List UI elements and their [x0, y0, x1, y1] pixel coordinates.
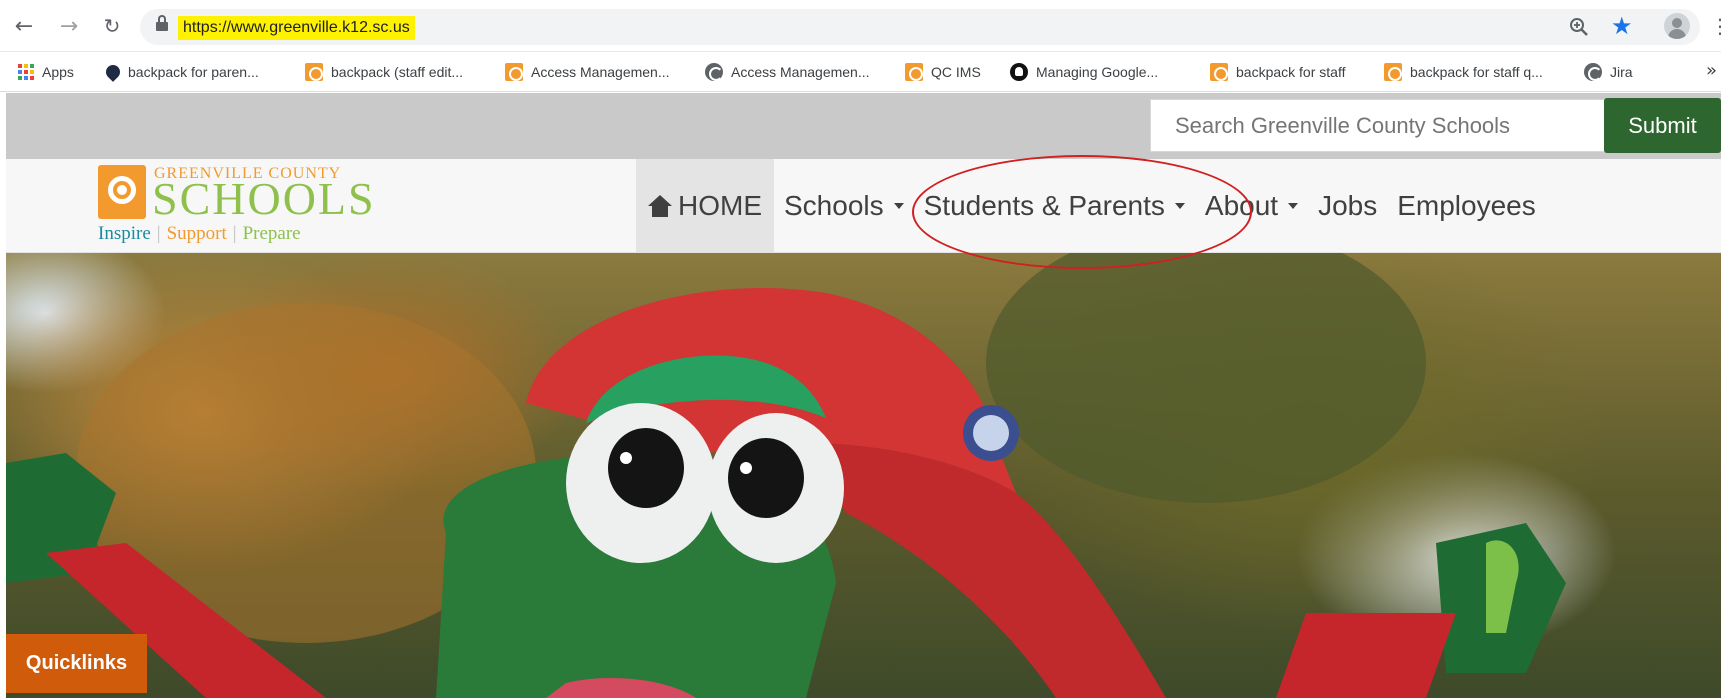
tagline-support: Support [166, 223, 227, 244]
bookmark-backpack-staff-edit[interactable]: backpack (staff edit... [305, 62, 463, 82]
drop-icon [103, 62, 123, 82]
bookmark-apps[interactable]: Apps [18, 62, 74, 82]
site-logo[interactable]: GREENVILLE COUNTY SCHOOLS Inspire | Suppor… [98, 165, 374, 251]
bookmark-backpack-staff[interactable]: backpack for staff [1210, 62, 1345, 82]
search-submit-button[interactable]: Submit [1604, 98, 1721, 153]
back-button[interactable]: ← [10, 12, 38, 40]
lock-icon [156, 15, 168, 31]
site-top-bar: Submit [6, 93, 1721, 159]
arrow-left-icon: ← [14, 13, 34, 39]
bookmark-qc-ims[interactable]: QC IMS [905, 62, 981, 82]
annotation-ellipse [912, 155, 1252, 269]
star-icon[interactable]: ★ [1611, 12, 1633, 40]
site-navbar: GREENVILLE COUNTY SCHOOLS Inspire | Suppor… [6, 159, 1721, 253]
bookmark-backpack-parents[interactable]: backpack for paren... [103, 62, 259, 82]
nav-home[interactable]: HOME [636, 159, 774, 253]
nav-schools[interactable]: Schools [774, 159, 914, 253]
hero-image: Quicklinks [6, 253, 1721, 698]
logo-tagline: Inspire | Support | Prepare [98, 223, 301, 245]
forward-button[interactable]: → [55, 12, 83, 40]
tagline-prepare: Prepare [242, 223, 301, 244]
bookmark-access-management-2[interactable]: Access Managemen... [705, 62, 870, 82]
arrow-right-icon: → [59, 13, 79, 39]
apps-icon [18, 64, 34, 80]
quicklinks-button[interactable]: Quicklinks [6, 634, 147, 693]
bookmark-backpack-staff-q[interactable]: backpack for staff q... [1384, 62, 1543, 82]
tagline-separator: | [232, 223, 237, 244]
reload-icon: ↻ [103, 14, 121, 38]
hero-photo-mascot [6, 253, 1566, 698]
gcs-logo-icon [98, 165, 146, 219]
site-search-input[interactable] [1150, 99, 1610, 152]
web-page: Submit GREENVILLE COUNTY SCHOOLS Inspire… [6, 93, 1721, 698]
profile-icon[interactable] [1664, 13, 1690, 39]
tagline-separator: | [156, 223, 161, 244]
bookmark-managing-google[interactable]: Managing Google... [1010, 62, 1158, 82]
bookmark-access-management-1[interactable]: Access Managemen... [505, 62, 670, 82]
caret-down-icon [893, 203, 904, 209]
url-text[interactable]: https://www.greenville.k12.sc.us [178, 16, 415, 40]
home-icon [648, 195, 672, 217]
bookmarks-bar: Apps backpack for paren... backpack (sta… [0, 52, 1721, 92]
reload-button[interactable]: ↻ [98, 12, 126, 40]
caret-down-icon [1288, 203, 1299, 209]
globe-icon [705, 63, 723, 81]
kebab-menu-icon[interactable]: ⋮ [1710, 14, 1721, 38]
logo-schools-text: SCHOOLS [152, 173, 376, 224]
tagline-inspire: Inspire [98, 223, 151, 244]
gcs-logo-icon [305, 63, 323, 81]
bookmark-jira[interactable]: Jira [1584, 62, 1633, 82]
github-icon [1010, 63, 1028, 81]
gcs-logo-icon [505, 63, 523, 81]
browser-toolbar: ← → ↻ https://www.greenville.k12.sc.us ★… [0, 0, 1721, 52]
gcs-logo-icon [1210, 63, 1228, 81]
globe-icon [1584, 63, 1602, 81]
gcs-logo-icon [905, 63, 923, 81]
gcs-logo-icon [1384, 63, 1402, 81]
bookmarks-overflow-button[interactable]: » [1706, 60, 1717, 81]
zoom-icon[interactable] [1568, 16, 1590, 38]
nav-employees[interactable]: Employees [1387, 159, 1546, 253]
nav-jobs[interactable]: Jobs [1308, 159, 1387, 253]
